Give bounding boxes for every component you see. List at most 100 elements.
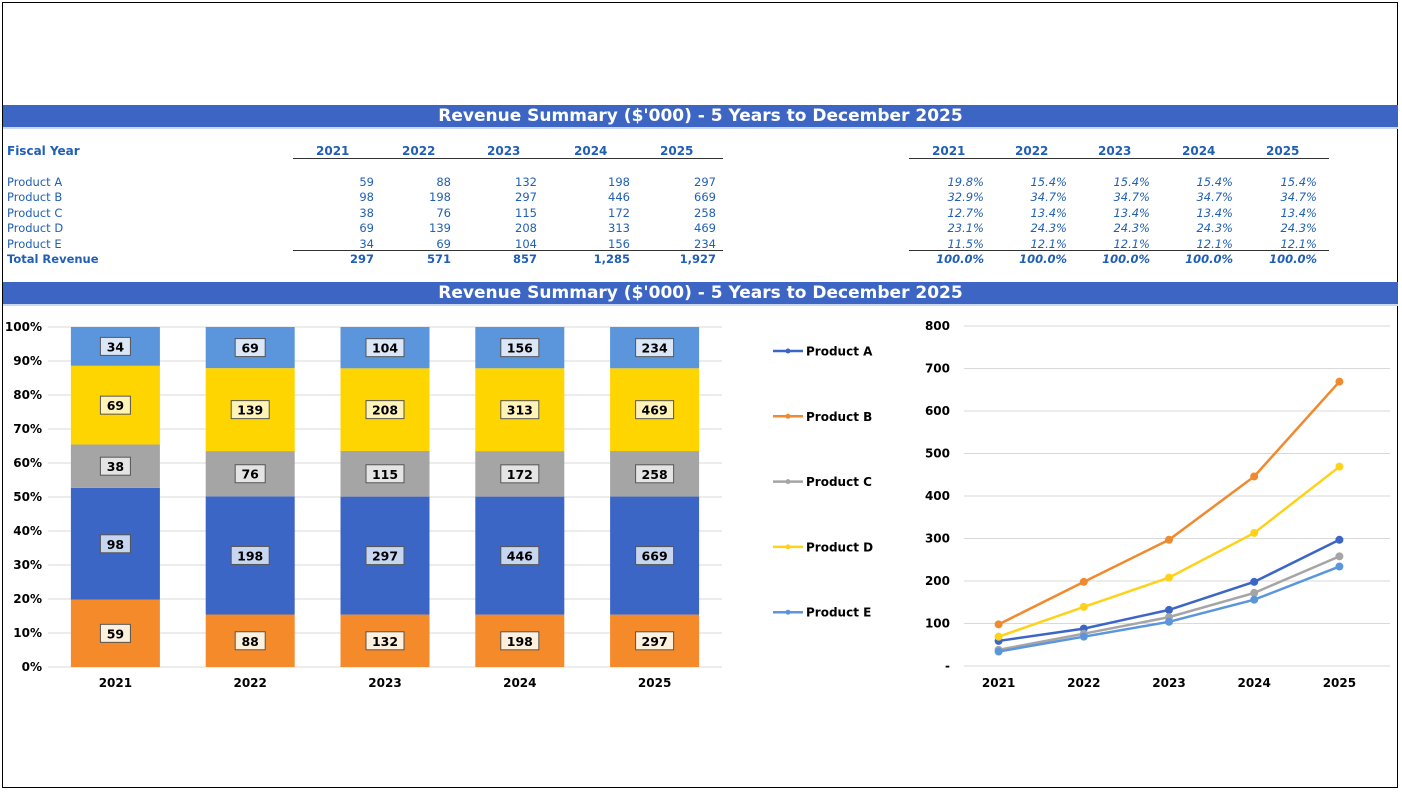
value-cell: 172	[608, 206, 630, 220]
pct-cell: 24.3%	[1030, 221, 1067, 235]
y-tick-label: 10%	[13, 626, 42, 640]
pct-cell: 13.4%	[1030, 206, 1067, 220]
x-tick-label: 2023	[368, 676, 401, 690]
year-header-pct: 2024	[1182, 144, 1216, 158]
legend-marker	[785, 544, 791, 550]
legend-marker	[785, 479, 791, 485]
table-rule	[293, 158, 723, 159]
y-tick-label: 800	[925, 319, 950, 333]
total-pct-cell: 100.0%	[1102, 252, 1150, 266]
x-tick-label: 2022	[233, 676, 266, 690]
year-header: 2021	[316, 144, 350, 158]
table-rule	[293, 250, 723, 251]
pct-cell: 11.5%	[947, 237, 984, 251]
y-tick-label: 50%	[13, 490, 42, 504]
value-cell: 469	[694, 221, 716, 235]
data-point	[1335, 552, 1344, 561]
pct-cell: 13.4%	[1113, 206, 1150, 220]
pct-cell: 34.7%	[1196, 190, 1233, 204]
year-header-pct: 2021	[932, 144, 966, 158]
data-point	[1079, 602, 1088, 611]
data-point	[1335, 377, 1344, 386]
pct-cell: 12.1%	[1030, 237, 1067, 251]
y-tick-label: 700	[925, 362, 950, 376]
data-label: 139	[237, 403, 263, 418]
row-label: Product A	[7, 175, 63, 189]
data-label: 446	[507, 549, 533, 564]
legend-label: Product B	[806, 410, 872, 424]
year-header: 2024	[574, 144, 608, 158]
value-cell: 139	[429, 221, 451, 235]
pct-cell: 12.7%	[947, 206, 984, 220]
y-tick-label: 30%	[13, 558, 42, 572]
total-value-cell: 297	[349, 252, 374, 266]
legend-marker	[785, 348, 791, 354]
pct-cell: 15.4%	[1030, 175, 1067, 189]
year-header: 2023	[487, 144, 521, 158]
pct-cell: 15.4%	[1196, 175, 1233, 189]
x-tick-label: 2021	[99, 676, 132, 690]
value-cell: 313	[608, 221, 630, 235]
data-label: 172	[507, 467, 533, 482]
total-pct-cell: 100.0%	[1019, 252, 1067, 266]
row-label: Product B	[7, 190, 63, 204]
y-tick-label: 300	[925, 532, 950, 546]
series-line	[998, 380, 1341, 626]
data-label: 469	[642, 403, 668, 418]
pct-cell: 12.1%	[1113, 237, 1150, 251]
value-cell: 115	[515, 206, 537, 220]
value-cell: 88	[436, 175, 451, 189]
fiscal-year-label: Fiscal Year	[7, 144, 80, 158]
total-pct-cell: 100.0%	[1269, 252, 1317, 266]
year-header: 2025	[660, 144, 694, 158]
y-tick-label: 200	[925, 574, 950, 588]
y-tick-label: 100%	[5, 320, 42, 334]
pct-cell: 24.3%	[1113, 221, 1150, 235]
series-line	[998, 555, 1340, 652]
data-point	[1250, 577, 1259, 586]
data-label: 132	[372, 634, 398, 649]
data-point	[994, 632, 1003, 641]
data-point	[1165, 573, 1173, 582]
row-label: Product E	[7, 237, 62, 251]
value-cell: 59	[359, 175, 374, 189]
data-label: 313	[507, 403, 533, 418]
legend-label: Product E	[806, 606, 871, 620]
data-point	[1165, 605, 1173, 614]
total-label: Total Revenue	[7, 252, 99, 266]
pct-cell: 15.4%	[1113, 175, 1150, 189]
data-label: 208	[372, 403, 398, 418]
summary-banner: Revenue Summary ($'000) - 5 Years to Dec…	[3, 105, 1398, 129]
value-cell: 297	[515, 190, 537, 204]
data-label: 258	[642, 467, 668, 482]
pct-cell: 13.4%	[1196, 206, 1233, 220]
y-tick-label: 100	[925, 617, 950, 631]
data-label: 297	[642, 634, 668, 649]
value-cell: 69	[436, 237, 451, 251]
x-tick-label: 2022	[1067, 676, 1100, 690]
pct-cell: 24.3%	[1196, 221, 1233, 235]
value-cell: 669	[694, 190, 716, 204]
value-cell: 208	[515, 221, 537, 235]
y-tick-label: 20%	[13, 592, 42, 606]
value-cell: 98	[359, 190, 374, 204]
legend-marker	[785, 413, 791, 419]
legend-label: Product D	[806, 540, 873, 554]
row-label: Product C	[7, 206, 63, 220]
x-tick-label: 2024	[1237, 676, 1270, 690]
data-point	[1079, 632, 1088, 641]
value-cell: 234	[694, 237, 716, 251]
pct-cell: 32.9%	[947, 190, 984, 204]
total-value-cell: 1,927	[679, 252, 716, 266]
pct-cell: 24.3%	[1280, 221, 1317, 235]
data-label: 34	[107, 339, 125, 354]
value-cell: 198	[608, 175, 630, 189]
year-header-pct: 2025	[1266, 144, 1300, 158]
pct-cell: 34.7%	[1030, 190, 1067, 204]
y-tick-label: 40%	[13, 524, 42, 538]
x-tick-label: 2025	[1323, 676, 1356, 690]
data-point	[1250, 528, 1259, 537]
value-cell: 76	[436, 206, 451, 220]
x-tick-label: 2021	[982, 676, 1015, 690]
total-value-cell: 571	[426, 252, 451, 266]
